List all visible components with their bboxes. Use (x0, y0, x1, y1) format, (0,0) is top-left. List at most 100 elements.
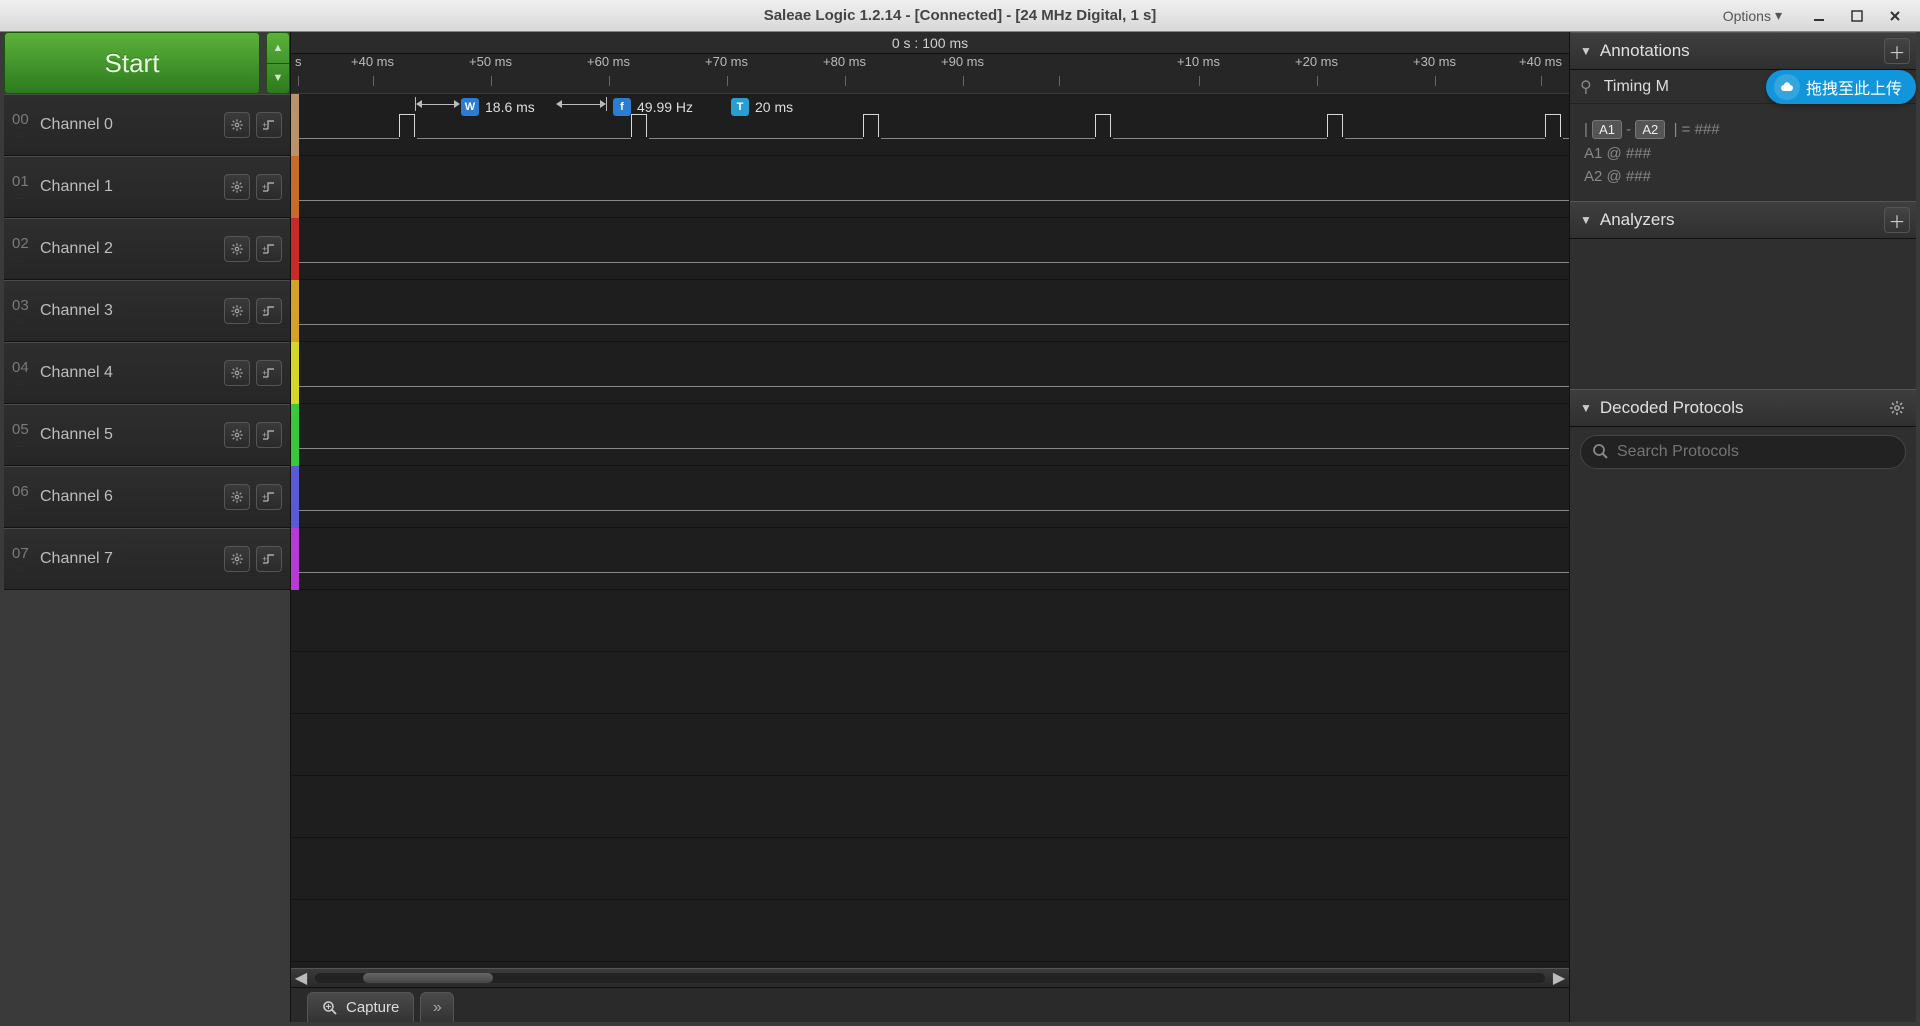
waveform-pulse (1095, 114, 1111, 138)
channel-row[interactable]: 03:::: Channel 3 + (4, 280, 290, 342)
start-options: ▲ ▼ (266, 32, 290, 94)
start-down-arrow[interactable]: ▼ (267, 64, 289, 94)
channel-row[interactable]: 07:::: Channel 7 + (4, 528, 290, 590)
channel-trigger-button[interactable]: + (256, 422, 282, 448)
start-button[interactable]: Start (4, 32, 260, 94)
add-analyzer-button[interactable]: ＋ (1884, 207, 1910, 233)
channel-trigger-button[interactable]: + (256, 484, 282, 510)
channel-trigger-button[interactable]: + (256, 546, 282, 572)
search-icon (1592, 443, 1610, 461)
channel-trigger-button[interactable]: + (256, 174, 282, 200)
channel-settings-button[interactable] (224, 174, 250, 200)
channel-index: 05:::: (4, 421, 40, 449)
scroll-left-button[interactable]: ◀ (291, 968, 311, 988)
time-ruler[interactable]: s+40 ms+50 ms+60 ms+70 ms+80 ms+90 ms+10… (291, 54, 1569, 94)
channel-color-strip (291, 404, 299, 466)
waveform-line (299, 200, 1569, 201)
minimize-button[interactable] (1800, 4, 1838, 28)
channel-color-strip (291, 528, 299, 590)
channel-color-strip (291, 280, 299, 342)
ruler-tick: +10 ms (1177, 54, 1220, 69)
decoded-protocols-header[interactable]: ▼ Decoded Protocols (1570, 389, 1916, 427)
waveform-line (299, 448, 1569, 449)
ruler-tick: +30 ms (1413, 54, 1456, 69)
marker-a1-line: A1 @ ### (1584, 145, 1902, 162)
channel-row[interactable]: 05:::: Channel 5 + (4, 404, 290, 466)
tab-chevrons-button[interactable]: » (420, 992, 454, 1022)
cloud-upload-icon (1774, 74, 1800, 100)
channel-trigger-button[interactable]: + (256, 112, 282, 138)
close-button[interactable] (1876, 4, 1914, 28)
disclosure-icon: ▼ (1580, 44, 1592, 58)
ruler-tick: +40 ms (351, 54, 394, 69)
options-menu[interactable]: Options ▾ (1723, 7, 1782, 24)
scroll-thumb[interactable] (363, 973, 493, 983)
channel-color-strip (291, 156, 299, 218)
channel-trigger-button[interactable]: + (256, 360, 282, 386)
timing-marker-row[interactable]: ⚲ Timing M 拖拽至此上传 (1570, 70, 1916, 104)
channel-row[interactable]: 06:::: Channel 6 + (4, 466, 290, 528)
channel-settings-button[interactable] (224, 298, 250, 324)
channel-color-strip (291, 466, 299, 528)
waveform-pulse (399, 114, 415, 138)
chevron-down-icon: ▾ (1775, 7, 1782, 24)
disclosure-icon: ▼ (1580, 401, 1592, 415)
channel-name[interactable]: Channel 5 (40, 426, 224, 444)
channel-settings-button[interactable] (224, 422, 250, 448)
channel-sidebar: Start ▲ ▼ 00:::: Channel 0 + 01:::: Chan… (4, 32, 290, 1022)
analyzers-body (1570, 239, 1916, 389)
waveform-line (299, 262, 1569, 263)
channel-index: 00:::: (4, 111, 40, 139)
channel-name[interactable]: Channel 4 (40, 364, 224, 382)
channel-row[interactable]: 01:::: Channel 1 + (4, 156, 290, 218)
analyzers-header[interactable]: ▼ Analyzers ＋ (1570, 201, 1916, 239)
waveform-pulse (1545, 114, 1561, 138)
channel-settings-button[interactable] (224, 360, 250, 386)
channel-name[interactable]: Channel 3 (40, 302, 224, 320)
timeline-position: 0 s : 100 ms (291, 32, 1569, 54)
pin-icon: ⚲ (1580, 77, 1592, 97)
channel-name[interactable]: Channel 0 (40, 116, 224, 134)
horizontal-scrollbar[interactable]: ◀ ▶ (291, 968, 1569, 988)
waveform-line (299, 386, 1569, 387)
channel-settings-button[interactable] (224, 236, 250, 262)
waveform-area: 0 s : 100 ms s+40 ms+50 ms+60 ms+70 ms+8… (290, 32, 1570, 1022)
channel-index: 03:::: (4, 297, 40, 325)
scroll-right-button[interactable]: ▶ (1549, 968, 1569, 988)
add-annotation-button[interactable]: ＋ (1884, 38, 1910, 64)
channel-color-strip (291, 342, 299, 404)
channel-settings-button[interactable] (224, 546, 250, 572)
waveform-canvas[interactable]: W18.6 ms f49.99 Hz T20 ms (291, 94, 1569, 968)
channel-row[interactable]: 04:::: Channel 4 + (4, 342, 290, 404)
channel-name[interactable]: Channel 6 (40, 488, 224, 506)
decoded-settings-button[interactable] (1884, 395, 1910, 421)
waveform-line (299, 324, 1569, 325)
waveform-pulse (1327, 114, 1343, 138)
protocol-search-input[interactable] (1580, 435, 1906, 469)
channel-trigger-button[interactable]: + (256, 236, 282, 262)
channel-index: 02:::: (4, 235, 40, 263)
channel-name[interactable]: Channel 7 (40, 550, 224, 568)
upload-overlay[interactable]: 拖拽至此上传 (1766, 70, 1916, 104)
waveform-line (299, 510, 1569, 511)
ruler-tick: +50 ms (469, 54, 512, 69)
channel-settings-button[interactable] (224, 112, 250, 138)
annotations-header[interactable]: ▼ Annotations ＋ (1570, 32, 1916, 70)
main-area: Start ▲ ▼ 00:::: Channel 0 + 01:::: Chan… (0, 32, 1920, 1026)
channel-name[interactable]: Channel 1 (40, 178, 224, 196)
start-up-arrow[interactable]: ▲ (267, 33, 289, 64)
channel-row[interactable]: 02:::: Channel 2 + (4, 218, 290, 280)
maximize-button[interactable] (1838, 4, 1876, 28)
scroll-track[interactable] (315, 973, 1545, 983)
channel-index: 01:::: (4, 173, 40, 201)
channel-settings-button[interactable] (224, 484, 250, 510)
waveform-pulse (631, 114, 647, 138)
channel-name[interactable]: Channel 2 (40, 240, 224, 258)
channel-color-strip (291, 218, 299, 280)
channel-trigger-button[interactable]: + (256, 298, 282, 324)
ruler-tick: +40 ms (1519, 54, 1562, 69)
channel-index: 07:::: (4, 545, 40, 573)
window-title: Saleae Logic 1.2.14 - [Connected] - [24 … (764, 7, 1157, 24)
channel-row[interactable]: 00:::: Channel 0 + (4, 94, 290, 156)
capture-tab[interactable]: Capture (307, 992, 414, 1022)
